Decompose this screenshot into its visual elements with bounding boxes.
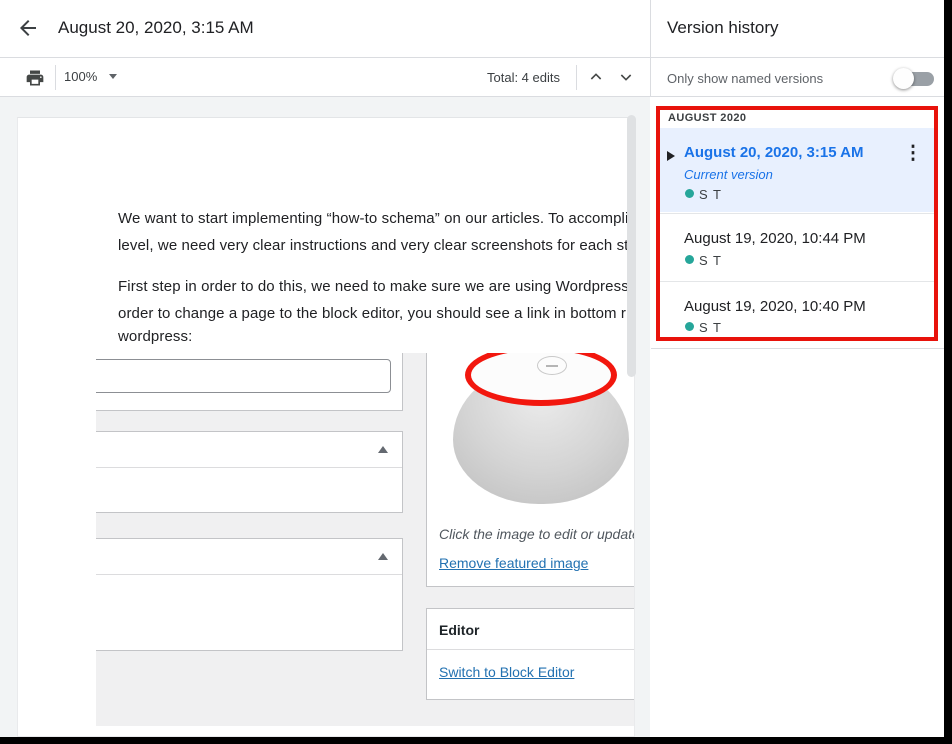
version-history-title: Version history [667, 18, 779, 38]
embedded-wordpress-screenshot: Click the image to edit or update Remove… [96, 353, 635, 726]
wp-featured-image-panel: Click the image to edit or update Remove… [426, 353, 635, 587]
editor-panel-divider [427, 649, 635, 650]
doc-text-line: level, we need very clear instructions a… [118, 237, 635, 254]
screenshot-root: August 20, 2020, 3:15 AM Version history… [0, 0, 952, 744]
version-panel-header: Version history [650, 0, 944, 58]
wp-text-input [96, 359, 391, 393]
collapse-arrow-icon [378, 553, 388, 560]
version-title: August 20, 2020, 3:15 AM [684, 144, 864, 161]
wp-metabox-2-header [96, 539, 402, 575]
back-button[interactable] [16, 16, 44, 44]
version-title: August 19, 2020, 10:40 PM [684, 298, 866, 315]
wp-editor-panel: Editor Switch to Block Editor [426, 608, 635, 700]
doc-text-line: wordpress: [118, 328, 192, 345]
version-editors: S T [699, 187, 722, 202]
chevron-down-icon [109, 74, 117, 79]
version-history-window: August 20, 2020, 3:15 AM Version history… [0, 0, 944, 737]
chevron-down-icon [618, 69, 636, 85]
version-editors: S T [699, 253, 722, 268]
named-versions-label: Only show named versions [667, 71, 823, 86]
switch-to-block-editor-link: Switch to Block Editor [439, 664, 574, 680]
zoom-select[interactable]: 100% [64, 69, 117, 84]
editor-color-dot [685, 189, 694, 198]
wp-metabox-2 [96, 538, 403, 651]
featured-image-caption: Click the image to edit or update [439, 526, 635, 542]
preview-toolbar: 100% Total: 4 edits [0, 58, 650, 97]
wp-metabox-1 [96, 431, 403, 513]
doc-text-line: We want to start implementing “how-to sc… [118, 210, 635, 227]
next-edit-button[interactable] [618, 69, 636, 87]
editor-color-dot [685, 322, 694, 331]
document-scrollbar[interactable] [627, 115, 636, 377]
wp-metabox-1-header [96, 432, 402, 468]
document-preview-area: We want to start implementing “how-to sc… [0, 97, 650, 737]
featured-image-echo-dot [451, 353, 633, 509]
version-item-3[interactable]: August 19, 2020, 10:40 PM S T [660, 281, 934, 348]
chevron-up-icon [588, 69, 606, 85]
named-versions-toggle[interactable] [893, 66, 935, 90]
editor-color-dot [685, 255, 694, 264]
doc-text-line: order to change a page to the block edit… [118, 305, 635, 322]
print-button[interactable] [25, 68, 45, 88]
page-title: August 20, 2020, 3:15 AM [58, 18, 254, 38]
zoom-value: 100% [64, 69, 97, 84]
echo-dot-button [537, 356, 567, 375]
month-section-label: AUGUST 2020 [668, 112, 746, 124]
document-page: We want to start implementing “how-to sc… [17, 117, 635, 737]
remove-featured-image-link: Remove featured image [439, 555, 588, 571]
current-version-label: Current version [684, 167, 773, 182]
version-editors: S T [699, 320, 722, 335]
collapse-arrow-icon [378, 446, 388, 453]
toolbar-divider-2 [576, 65, 577, 90]
toggle-knob [893, 68, 914, 89]
arrow-left-icon [16, 16, 44, 40]
list-divider [651, 348, 944, 349]
editor-panel-title: Editor [439, 622, 479, 638]
doc-text-line: First step in order to do this, we need … [118, 278, 635, 295]
total-edits-label: Total: 4 edits [487, 70, 560, 85]
more-options-icon[interactable]: ⋮ [902, 141, 924, 167]
expand-triangle-icon[interactable] [667, 151, 675, 161]
printer-icon [25, 68, 45, 88]
header-bar: August 20, 2020, 3:15 AM [0, 0, 650, 58]
version-item-2[interactable]: August 19, 2020, 10:44 PM S T [660, 213, 934, 281]
wp-sidebar-column: Click the image to edit or update Remove… [426, 353, 635, 726]
version-title: August 19, 2020, 10:44 PM [684, 230, 866, 247]
version-item-current[interactable]: August 20, 2020, 3:15 AM Current version… [660, 128, 934, 212]
toolbar-divider [55, 65, 56, 90]
previous-edit-button[interactable] [588, 69, 606, 87]
version-list-panel: AUGUST 2020 August 20, 2020, 3:15 AM Cur… [650, 97, 944, 737]
